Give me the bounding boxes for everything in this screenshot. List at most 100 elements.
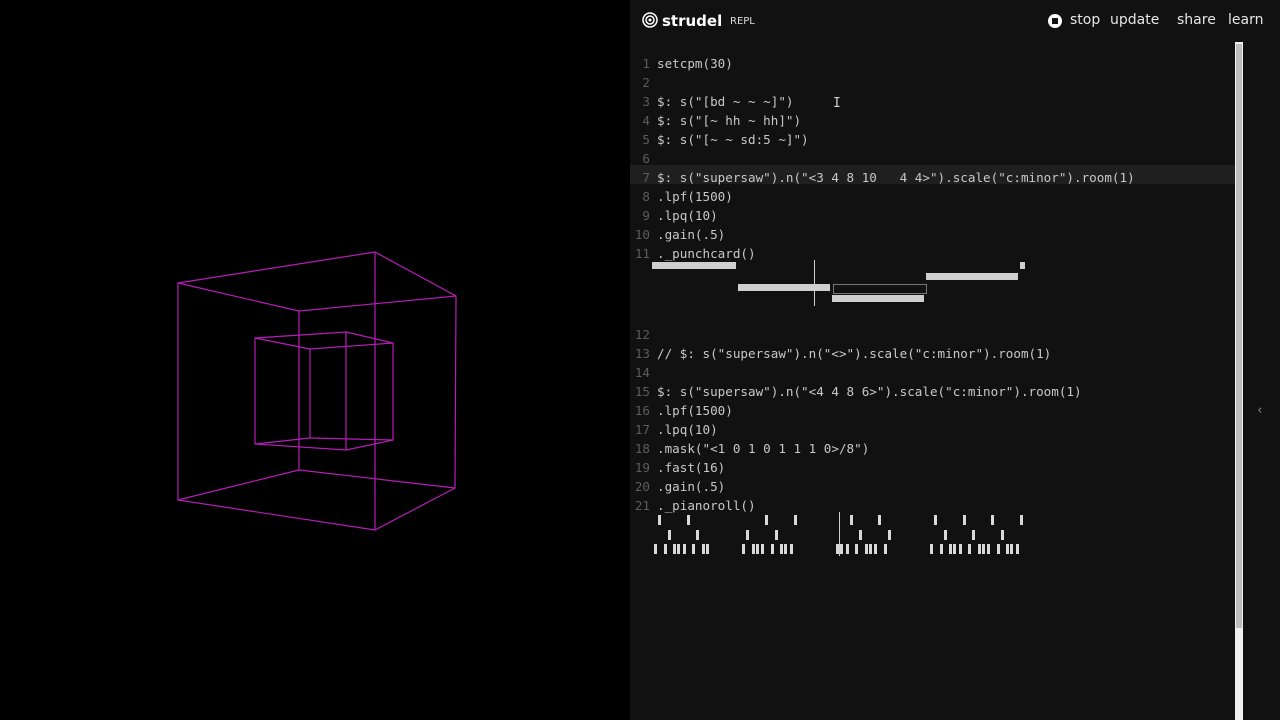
punchcard-note	[1019, 262, 1025, 269]
pianoroll-note	[789, 544, 793, 554]
line-number: 20	[634, 479, 650, 494]
pianoroll-note	[859, 530, 862, 540]
text-cursor-icon: I	[833, 96, 841, 111]
pianoroll-note	[701, 544, 705, 554]
brand-title: strudel	[662, 12, 723, 30]
pianoroll-note	[972, 530, 975, 540]
punchcard-note	[925, 273, 1018, 280]
wireframe-cube	[177, 251, 457, 531]
pianoroll-note	[705, 544, 709, 554]
line-code[interactable]: $: s("[~ hh ~ hh]")	[657, 111, 801, 130]
line-number: 2	[642, 75, 650, 90]
pianoroll-playhead	[839, 512, 840, 556]
pianoroll-note	[793, 515, 797, 525]
line-code[interactable]: // $: s("supersaw").n("<>").scale("c:min…	[657, 344, 1051, 363]
pianoroll-note	[682, 544, 686, 554]
scrollbar-thumb[interactable]	[1236, 44, 1242, 628]
line-code[interactable]: .lpf(1500)	[657, 187, 733, 206]
line-number: 11	[634, 246, 650, 261]
stop-icon[interactable]	[1048, 14, 1062, 28]
pianoroll-note	[658, 515, 661, 525]
pianoroll-note	[746, 530, 749, 540]
pianoroll-note	[855, 544, 858, 554]
line-code[interactable]: .gain(.5)	[657, 477, 725, 496]
pianoroll-note	[673, 544, 676, 554]
pianoroll-note	[742, 544, 745, 554]
pianoroll-note	[692, 544, 695, 554]
line-code[interactable]: .mask("<1 0 1 0 1 1 1 0>/8")	[657, 439, 869, 458]
line-code[interactable]: .lpq(10)	[657, 420, 718, 439]
pianoroll-note	[770, 544, 774, 554]
update-button[interactable]: update	[1110, 12, 1159, 28]
line-number: 17	[634, 422, 650, 437]
top-bar: strudel REPL stop update share learn	[630, 0, 1280, 42]
line-code[interactable]: .gain(.5)	[657, 225, 725, 244]
line-number: 12	[634, 327, 650, 342]
share-button[interactable]: share	[1177, 12, 1216, 28]
pianoroll-note	[874, 544, 877, 554]
pianoroll-note	[751, 544, 755, 554]
line-number: 15	[634, 384, 650, 399]
line-number: 18	[634, 441, 650, 456]
line-code[interactable]: .lpf(1500)	[657, 401, 733, 420]
pianoroll-note	[958, 544, 962, 554]
pianoroll-note	[864, 544, 868, 554]
line-number: 14	[634, 365, 650, 380]
pianoroll-note	[883, 544, 887, 554]
pianoroll-note	[849, 515, 853, 525]
code-editor[interactable]: 1 setcpm(30) 2 3 $: s("[bd ~ ~ ~]") 4 $: s("[~…	[630, 42, 1235, 720]
pianoroll-note	[840, 544, 843, 554]
pianoroll-note	[1010, 544, 1013, 554]
pianoroll-note	[1000, 530, 1004, 540]
pianoroll-note	[1006, 544, 1009, 554]
pianoroll-note	[696, 530, 699, 540]
line-number: 10	[634, 227, 650, 242]
repl-panel: strudel REPL stop update share learn 1 se…	[630, 0, 1280, 720]
pianoroll-note	[784, 544, 787, 554]
line-number: 6	[642, 151, 650, 166]
line-number: 5	[642, 132, 650, 147]
line-number: 16	[634, 403, 650, 418]
pianoroll-note	[981, 544, 985, 554]
line-number: 3	[642, 94, 650, 109]
line-code[interactable]: $: s("[~ ~ sd:5 ~]")	[657, 130, 809, 149]
visualizer-canvas	[0, 0, 630, 720]
line-code[interactable]: $: s("[bd ~ ~ ~]")	[657, 92, 793, 111]
brand-subtitle: REPL	[730, 16, 755, 27]
pianoroll-note	[667, 530, 671, 540]
pianoroll-note	[987, 544, 990, 554]
pianoroll-note	[953, 544, 956, 554]
pianoroll-note	[1015, 544, 1019, 554]
pianoroll-note	[887, 530, 891, 540]
collapse-panel-icon[interactable]: ‹	[1256, 403, 1264, 418]
pianoroll-note	[677, 544, 680, 554]
pianoroll-note	[934, 515, 937, 525]
stop-button[interactable]: stop	[1070, 12, 1100, 28]
line-number: 13	[634, 346, 650, 361]
pianoroll-note	[1019, 515, 1023, 525]
pianoroll-note	[962, 515, 966, 525]
line-code[interactable]: setcpm(30)	[657, 54, 733, 73]
pianoroll-note	[845, 544, 849, 554]
pianoroll-note	[780, 544, 783, 554]
pianoroll-note	[761, 544, 764, 554]
line-code[interactable]: .fast(16)	[657, 458, 725, 477]
line-code[interactable]: ._punchcard()	[657, 244, 756, 263]
punchcard-active-note	[833, 284, 927, 294]
line-code[interactable]: $: s("supersaw").n("<4 4 8 6>").scale("c…	[657, 382, 1082, 401]
pianoroll-note	[774, 530, 778, 540]
line-code[interactable]: .lpq(10)	[657, 206, 718, 225]
pianoroll-note	[765, 515, 768, 525]
line-code[interactable]: ._pianoroll()	[657, 496, 756, 515]
pianoroll-note	[991, 515, 994, 525]
pianoroll-note	[878, 515, 881, 525]
learn-button[interactable]: learn	[1228, 12, 1263, 28]
pianoroll-note	[949, 544, 952, 554]
punchcard-note	[738, 284, 830, 291]
pianoroll-note	[977, 544, 981, 554]
punchcard-note	[652, 262, 737, 269]
line-number: 8	[642, 189, 650, 204]
line-code[interactable]: $: s("supersaw").n("<3 4 8 10 4 4>").sca…	[657, 168, 1135, 187]
line-number: 1	[642, 56, 650, 71]
punchcard-note	[832, 295, 924, 302]
